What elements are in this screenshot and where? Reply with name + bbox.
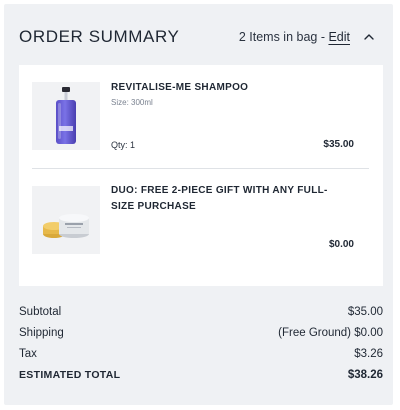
item-name[interactable]: DUO: FREE 2-PIECE GIFT WITH ANY FULL-SIZ… xyxy=(111,183,351,215)
tax-label: Tax xyxy=(19,348,37,360)
tax-value: $3.26 xyxy=(354,348,383,360)
gift-jars-image[interactable] xyxy=(32,186,100,254)
item-price: $35.00 xyxy=(323,139,354,150)
item-quantity: Qty: 1 xyxy=(111,140,136,150)
bag-items-list: REVITALISE-ME SHAMPOO Size: 300ml Qty: 1… xyxy=(19,65,383,286)
tax-row: Tax $3.26 xyxy=(19,348,383,369)
list-item: DUO: FREE 2-PIECE GIFT WITH ANY FULL-SIZ… xyxy=(19,169,383,286)
items-in-bag-count: 2 Items in bag xyxy=(238,30,318,44)
shipping-value: (Free Ground) $0.00 xyxy=(278,327,383,339)
gift-jars-icon xyxy=(43,214,89,238)
estimated-total-label: ESTIMATED TOTAL xyxy=(19,369,121,381)
chevron-up-icon[interactable] xyxy=(363,32,375,42)
estimated-total-row: ESTIMATED TOTAL $38.26 xyxy=(19,369,383,390)
item-name[interactable]: REVITALISE-ME SHAMPOO xyxy=(111,80,351,96)
shipping-label: Shipping xyxy=(19,327,64,339)
item-price: $0.00 xyxy=(328,239,354,250)
item-size: Size: 300ml xyxy=(111,98,153,107)
edit-bag-link[interactable]: Edit xyxy=(328,30,350,44)
bag-info-separator: - xyxy=(317,30,329,44)
shampoo-bottle-image[interactable] xyxy=(32,82,100,150)
list-item: REVITALISE-ME SHAMPOO Size: 300ml Qty: 1… xyxy=(19,65,383,168)
subtotal-row: Subtotal $35.00 xyxy=(19,306,383,327)
order-summary-panel: ORDER SUMMARY 2 Items in bag - Edit REVI… xyxy=(4,4,393,405)
bag-info: 2 Items in bag - Edit xyxy=(239,30,350,44)
shipping-row: Shipping (Free Ground) $0.00 xyxy=(19,327,383,348)
subtotal-label: Subtotal xyxy=(19,306,62,318)
order-summary-header[interactable]: ORDER SUMMARY 2 Items in bag - Edit xyxy=(4,4,393,62)
order-summary-title: ORDER SUMMARY xyxy=(19,27,180,46)
shampoo-bottle-icon xyxy=(56,87,76,144)
subtotal-value: $35.00 xyxy=(347,306,383,318)
estimated-total-value: $38.26 xyxy=(347,369,383,381)
order-totals: Subtotal $35.00 Shipping (Free Ground) $… xyxy=(19,306,383,390)
